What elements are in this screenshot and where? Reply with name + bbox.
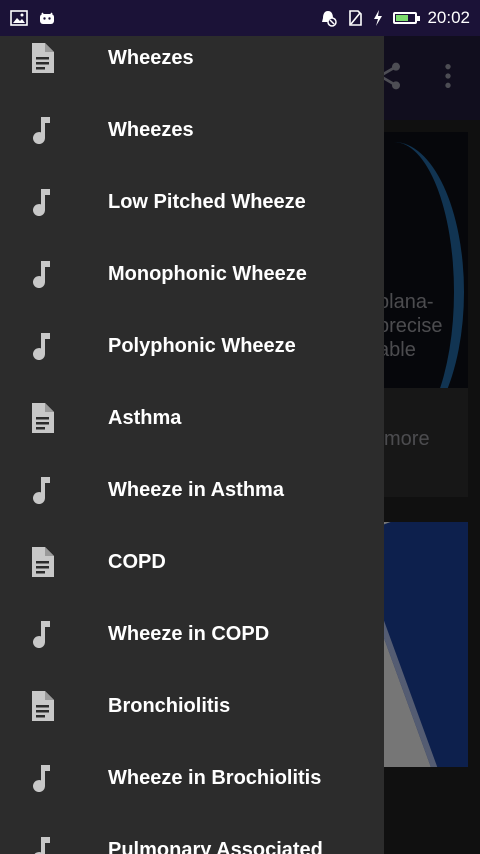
android-icon (38, 10, 56, 26)
drawer-item[interactable]: Wheeze in Asthma (0, 454, 384, 526)
drawer-item-label: Polyphonic Wheeze (108, 334, 296, 357)
drawer-item-label: Wheeze in COPD (108, 622, 270, 645)
document-icon (28, 690, 56, 722)
document-icon (28, 402, 56, 434)
clock: 20:02 (427, 8, 470, 27)
charging-icon (373, 9, 383, 27)
no-sim-icon (347, 9, 363, 27)
drawer-item[interactable]: Bronchiolitis (0, 670, 384, 742)
drawer-item[interactable]: Asthma (0, 382, 384, 454)
document-icon (28, 546, 56, 578)
drawer-item-label: COPD (108, 550, 166, 573)
music-note-icon (28, 330, 56, 362)
navigation-drawer: Wheezes Wheezes Low Pitched Wheeze Monophon… (0, 36, 384, 854)
drawer-item[interactable]: Wheeze in Brochiolitis (0, 742, 384, 814)
status-bar: 20:02 (0, 0, 480, 36)
drawer-item-label: Wheezes (108, 46, 194, 69)
drawer-item[interactable]: Pulmonary Associated (0, 814, 384, 854)
document-icon (28, 42, 56, 74)
drawer-item-label: Wheeze in Asthma (108, 478, 284, 501)
drawer-item-label: Asthma (108, 406, 182, 429)
music-note-icon (28, 762, 56, 794)
drawer-item-label: Low Pitched Wheeze (108, 190, 306, 213)
screen: plana- precise able more 20:02 Wheezes W… (0, 0, 480, 854)
drawer-item[interactable]: Monophonic Wheeze (0, 238, 384, 310)
alarm-icon (319, 9, 338, 27)
drawer-item-label: Monophonic Wheeze (108, 262, 307, 285)
drawer-item-label: Wheezes (108, 118, 194, 141)
drawer-item[interactable]: Wheeze in COPD (0, 598, 384, 670)
drawer-item[interactable]: Low Pitched Wheeze (0, 166, 384, 238)
music-note-icon (28, 258, 56, 290)
drawer-item-label: Pulmonary Associated (108, 838, 323, 854)
drawer-item[interactable]: COPD (0, 526, 384, 598)
drawer-item[interactable]: Polyphonic Wheeze (0, 310, 384, 382)
drawer-item[interactable]: Wheezes (0, 94, 384, 166)
music-note-icon (28, 186, 56, 218)
battery-icon (393, 12, 421, 24)
music-note-icon (28, 114, 56, 146)
drawer-item[interactable]: Wheezes (0, 36, 384, 94)
drawer-item-label: Wheeze in Brochiolitis (108, 766, 322, 789)
music-note-icon (28, 834, 56, 854)
drawer-item-label: Bronchiolitis (108, 694, 231, 717)
image-icon (10, 10, 28, 26)
music-note-icon (28, 474, 56, 506)
music-note-icon (28, 618, 56, 650)
drawer-list: Wheezes Wheezes Low Pitched Wheeze Monophon… (0, 36, 384, 854)
